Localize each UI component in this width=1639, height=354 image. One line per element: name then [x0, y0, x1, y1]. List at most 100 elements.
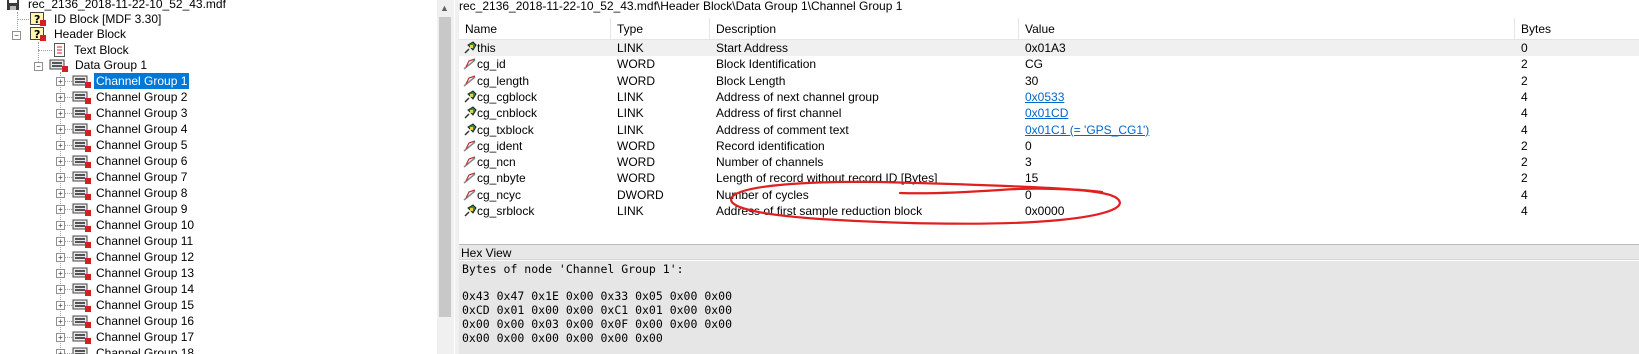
cell-name-text: cg_cgblock	[477, 89, 538, 104]
tree-scrollbar[interactable]: ▲	[437, 0, 454, 354]
table-row[interactable]: cg_ncn WORD Number of channels 3 2	[459, 154, 1639, 170]
cell-name: this	[477, 40, 617, 56]
cell-value[interactable]: 0x0533	[1025, 89, 1505, 105]
cell-bytes-text: 4	[1521, 89, 1528, 104]
column-header-bytes[interactable]: Bytes	[1515, 18, 1639, 40]
channel-group-icon	[72, 203, 91, 216]
cell-name: cg_ncn	[477, 154, 617, 170]
table-row[interactable]: cg_cnblock LINK Address of first channel 0x…	[459, 105, 1639, 121]
data-group-icon	[49, 59, 68, 72]
block-question-icon: ?	[30, 27, 46, 41]
channel-group-icon	[72, 251, 91, 264]
tree-label-channel-group: Channel Group 17	[96, 330, 195, 344]
cell-bytes-text: 4	[1521, 122, 1528, 137]
expand-toggle[interactable]: +	[56, 77, 65, 86]
expand-toggle[interactable]: +	[56, 125, 65, 134]
cell-bytes-text: 2	[1521, 155, 1528, 170]
expand-toggle[interactable]: +	[56, 349, 65, 354]
table-row[interactable]: cg_length WORD Block Length 30 2	[459, 73, 1639, 89]
cell-description: Address of next channel group	[716, 89, 1016, 105]
table-row[interactable]: cg_nbyte WORD Length of record without rec…	[459, 170, 1639, 186]
cell-description-text: Number of channels	[716, 155, 824, 170]
scroll-up-arrow-icon[interactable]: ▲	[440, 3, 449, 13]
cell-name-text: cg_id	[477, 57, 506, 72]
expand-toggle[interactable]: +	[56, 157, 65, 166]
cell-value[interactable]: 0x01CD	[1025, 105, 1505, 121]
table-row[interactable]: this LINK Start Address 0x01A3 0	[459, 40, 1639, 56]
expand-toggle[interactable]: +	[56, 109, 65, 118]
expand-toggle[interactable]: +	[56, 285, 65, 294]
column-header-type[interactable]: Type	[611, 18, 710, 40]
expand-toggle[interactable]: +	[56, 141, 65, 150]
channel-group-icon	[72, 187, 91, 200]
table-row[interactable]: cg_ident WORD Record identification 0 2	[459, 138, 1639, 154]
cell-description-text: Address of next channel group	[716, 89, 879, 104]
expand-toggle[interactable]: +	[56, 93, 65, 102]
cell-type: LINK	[617, 40, 707, 56]
cell-type: LINK	[617, 89, 707, 105]
column-header-name[interactable]: Name	[459, 18, 611, 40]
cell-bytes: 4	[1521, 203, 1631, 219]
cell-type: LINK	[617, 203, 707, 219]
table-row[interactable]: cg_cgblock LINK Address of next channel gr…	[459, 89, 1639, 105]
column-header-value[interactable]: Value	[1019, 18, 1515, 40]
hex-line: 0x43 0x47 0x1E 0x00 0x33 0x05 0x00 0x00	[462, 289, 733, 303]
channel-group-icon	[72, 347, 88, 354]
expand-toggle[interactable]: +	[56, 237, 65, 246]
table-row[interactable]: cg_ncyc DWORD Number of cycles 0 4	[459, 187, 1639, 203]
table-row[interactable]: cg_txblock LINK Address of comment text 0x0…	[459, 122, 1639, 138]
address-link[interactable]: 0x01CD	[1025, 106, 1068, 120]
cell-bytes: 0	[1521, 40, 1631, 56]
cell-description: Address of first sample reduction block	[716, 203, 1016, 219]
expand-toggle[interactable]: +	[56, 317, 65, 326]
tree-label-channel-group: Channel Group 3	[96, 106, 188, 120]
channel-group-icon	[72, 219, 91, 232]
table-row[interactable]: cg_id WORD Block Identification CG 2	[459, 56, 1639, 72]
address-link[interactable]: 0x0533	[1025, 90, 1064, 104]
cell-value: 15	[1025, 170, 1505, 186]
cell-name-text: cg_txblock	[477, 122, 534, 137]
cell-name: cg_ncyc	[477, 187, 617, 203]
channel-group-icon	[72, 155, 91, 168]
tree-line	[38, 50, 52, 51]
cell-name: cg_txblock	[477, 122, 617, 138]
cell-type-text: WORD	[617, 138, 655, 153]
cell-type: WORD	[617, 154, 707, 170]
expand-toggle[interactable]: +	[56, 333, 65, 342]
cell-name: cg_length	[477, 73, 617, 89]
channel-group-icon	[72, 91, 91, 104]
table-row[interactable]: cg_srblock LINK Address of first sample re…	[459, 203, 1639, 219]
expand-toggle[interactable]: +	[56, 189, 65, 198]
cell-bytes: 4	[1521, 122, 1631, 138]
text-document-icon	[54, 43, 65, 57]
cell-bytes-text: 4	[1521, 106, 1528, 121]
channel-group-icon	[72, 331, 91, 344]
collapse-toggle[interactable]: −	[34, 62, 43, 71]
cell-type-text: LINK	[617, 204, 644, 218]
expand-toggle[interactable]: +	[56, 253, 65, 262]
expand-toggle[interactable]: +	[56, 301, 65, 310]
tree-line	[17, 19, 29, 20]
expand-toggle[interactable]: +	[56, 221, 65, 230]
cell-bytes: 2	[1521, 154, 1631, 170]
cell-name-text: cg_ncyc	[477, 187, 522, 202]
cell-bytes-text: 2	[1521, 57, 1528, 72]
expand-toggle[interactable]: +	[56, 173, 65, 182]
tree-label-channel-group: Channel Group 10	[96, 218, 195, 232]
cell-description-text: Address of first sample reduction block	[716, 204, 923, 218]
cell-value[interactable]: 0x01C1 (= 'GPS_CG1')	[1025, 122, 1505, 138]
cell-name-text: cg_ident	[477, 138, 523, 153]
cell-name: cg_srblock	[477, 203, 617, 219]
cell-bytes: 2	[1521, 56, 1631, 72]
tree-label-channel-group: Channel Group 18	[96, 346, 195, 354]
collapse-toggle[interactable]: −	[12, 31, 21, 40]
address-link[interactable]: 0x01C1 (= 'GPS_CG1')	[1025, 123, 1149, 137]
expand-toggle[interactable]: +	[56, 269, 65, 278]
cell-value: 0x0000	[1025, 203, 1505, 219]
breadcrumb-path: rec_2136_2018-11-22-10_52_43.mdf\Header …	[459, 0, 1639, 14]
expand-toggle[interactable]: +	[56, 205, 65, 214]
cell-type: DWORD	[617, 187, 707, 203]
scrollbar-thumb[interactable]	[439, 17, 451, 317]
column-header-description[interactable]: Description	[710, 18, 1019, 40]
block-question-icon: ?	[30, 12, 46, 26]
